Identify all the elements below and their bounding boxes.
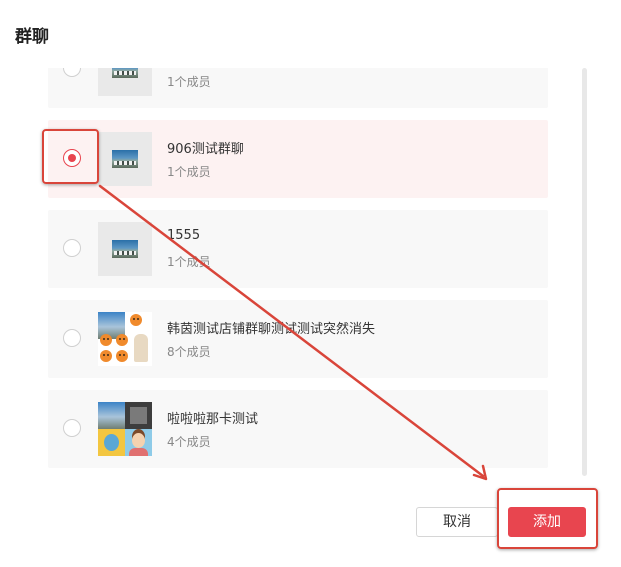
page-title: 群聊 (15, 27, 49, 47)
member-count: 1个成员 (167, 165, 211, 179)
radio-button[interactable] (63, 329, 81, 347)
list-item[interactable]: 1555 1个成员 (48, 210, 548, 288)
group-avatar (98, 68, 152, 96)
member-count: 1个成员 (167, 75, 211, 89)
list-item[interactable]: 啦啦啦那卡测试 4个成员 (48, 390, 548, 468)
group-name: 1555 (167, 228, 201, 243)
radio-button[interactable] (63, 239, 81, 257)
cancel-button[interactable]: 取消 (416, 507, 498, 537)
radio-button[interactable] (63, 419, 81, 437)
group-avatar (98, 402, 152, 456)
list-item[interactable]: 1个成员 (48, 68, 548, 108)
member-count: 1个成员 (167, 255, 211, 269)
scrollbar[interactable] (582, 68, 587, 476)
list-item[interactable]: 韩茵测试店铺群聊测试测试突然消失 8个成员 (48, 300, 548, 378)
group-name: 啦啦啦那卡测试 (167, 412, 259, 427)
group-avatar (98, 222, 152, 276)
radio-button[interactable] (63, 68, 81, 77)
group-avatar (98, 312, 152, 366)
group-name: 906测试群聊 (167, 142, 244, 157)
group-avatar (98, 132, 152, 186)
group-name: 韩茵测试店铺群聊测试测试突然消失 (167, 322, 376, 337)
member-count: 4个成员 (167, 435, 211, 449)
highlight-box-add (497, 488, 598, 549)
member-count: 8个成员 (167, 345, 211, 359)
group-list: 1个成员 906测试群聊 1个成员 1555 1个成员 韩茵测试店铺群聊测试测试… (48, 68, 548, 470)
highlight-box-radio (42, 129, 99, 184)
list-item[interactable]: 906测试群聊 1个成员 (48, 120, 548, 198)
